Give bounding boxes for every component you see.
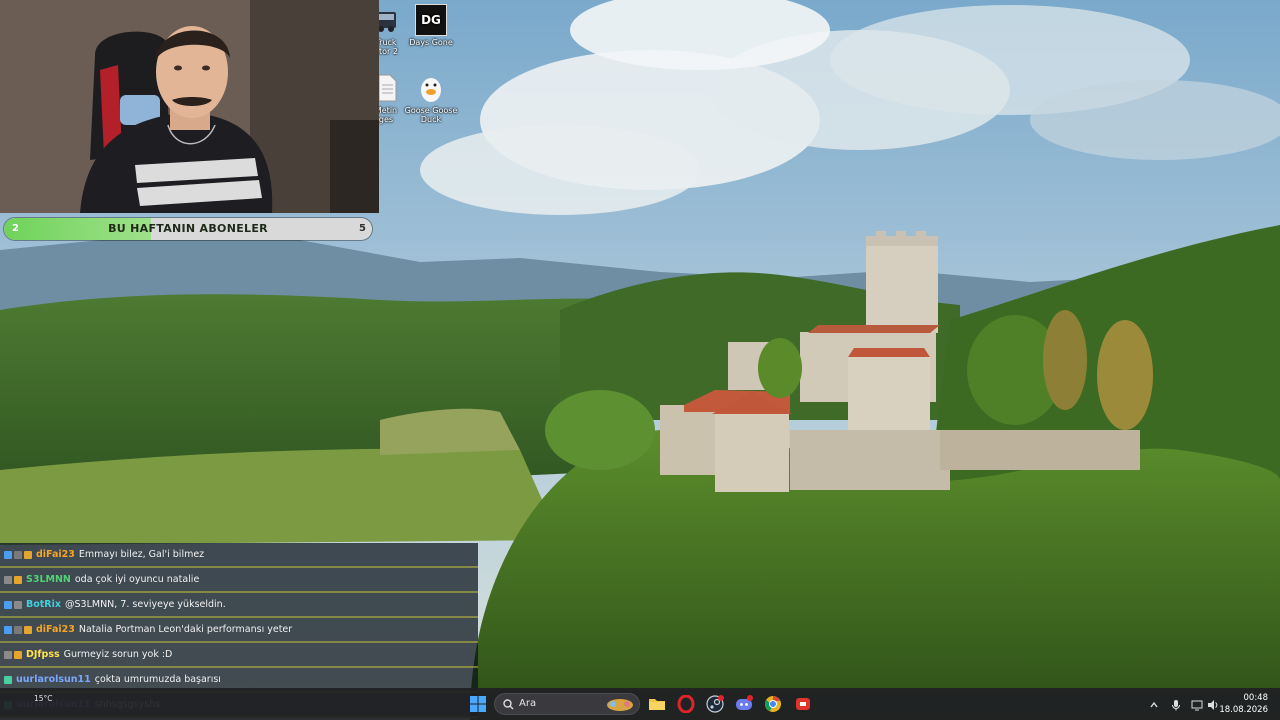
chat-message-text: çokta umrumuzda başarısı	[94, 674, 221, 685]
app-red-icon[interactable]	[794, 695, 812, 713]
chat-badge-icon	[4, 625, 12, 634]
days-gone-icon: DG	[415, 4, 447, 36]
chat-message: S3LMNN oda çok iyi oyuncu natalie	[0, 568, 478, 593]
search-highlight-icon	[607, 699, 633, 711]
microphone-icon[interactable]	[1170, 699, 1182, 711]
subscriber-goal-target: 5	[359, 223, 366, 234]
chat-message-text: @S3LMNN, 7. seviyeye yükseldin.	[65, 599, 226, 610]
weather-widget[interactable]: 15°C	[34, 694, 53, 703]
chat-username[interactable]: S3LMNN	[26, 574, 71, 585]
chat-username[interactable]: diFai23	[36, 549, 75, 560]
chat-badge-icon	[4, 675, 12, 684]
chat-username[interactable]: uurlarolsun11	[16, 674, 91, 685]
goose-goose-duck-icon	[421, 78, 441, 102]
chat-message-text: oda çok iyi oyuncu natalie	[74, 574, 200, 585]
chat-message: diFai23 Natalia Portman Leon'daki perform…	[0, 618, 478, 643]
chat-badge-icon	[4, 550, 12, 559]
chat-badge-icon	[14, 625, 22, 634]
chat-badge-icon	[14, 650, 22, 659]
webcam-overlay	[0, 0, 379, 213]
search-icon	[503, 699, 514, 710]
streamer-camera-feed	[0, 0, 379, 213]
speaker-icon[interactable]	[1207, 699, 1219, 711]
chat-badge-icon	[4, 650, 12, 659]
chat-username[interactable]: DJfpss	[26, 649, 60, 660]
chat-username[interactable]: BotRix	[26, 599, 61, 610]
icon-label: Goose Goose	[404, 106, 458, 115]
taskbar-search[interactable]: Ara	[494, 693, 640, 715]
start-icon[interactable]	[469, 695, 487, 713]
chat-badge-icon	[24, 550, 32, 559]
subscriber-goal-bar: BU HAFTANIN ABONELER 2 5	[4, 218, 372, 240]
chat-badge-icon	[14, 600, 22, 609]
subscriber-goal-title: BU HAFTANIN ABONELER	[108, 222, 268, 235]
discord-icon[interactable]	[735, 695, 753, 713]
file-explorer-icon[interactable]	[648, 695, 666, 713]
opera-icon[interactable]	[677, 695, 695, 713]
display-icon[interactable]	[1191, 699, 1203, 711]
chrome-icon[interactable]	[764, 695, 782, 713]
subscriber-goal-current: 2	[12, 223, 19, 234]
clock-date: 18.08.2026	[1219, 705, 1268, 715]
chat-badge-icon	[14, 575, 22, 584]
chat-message-text: Natalia Portman Leon'daki performansı ye…	[78, 624, 293, 635]
chat-badge-icon	[14, 550, 22, 559]
icon-label: Duck	[420, 115, 442, 124]
desktop-icon-days-gone[interactable]: DG Days Gone	[400, 4, 462, 47]
chat-badge-icon	[4, 575, 12, 584]
desktop-icon-goose-goose-duck[interactable]: Goose Goose Duck	[400, 72, 462, 124]
chevron-up-icon[interactable]	[1148, 699, 1160, 711]
chat-message-text: Gurmeyiz sorun yok :D	[63, 649, 173, 660]
chat-message: DJfpss Gurmeyiz sorun yok :D	[0, 643, 478, 668]
taskbar-clock[interactable]: 00:48 18.08.2026	[1219, 692, 1268, 716]
steam-icon[interactable]	[706, 695, 724, 713]
search-placeholder: Ara	[519, 698, 537, 709]
icon-label: Days Gone	[409, 38, 453, 47]
chat-message: BotRix @S3LMNN, 7. seviyeye yükseldin.	[0, 593, 478, 618]
clock-time: 00:48	[1243, 693, 1269, 703]
chat-badge-icon	[24, 625, 32, 634]
chat-badge-icon	[4, 600, 12, 609]
chat-message: diFai23 Emmayı bilez, Gal'i bilmez	[0, 543, 478, 568]
chat-message-text: Emmayı bilez, Gal'i bilmez	[78, 549, 205, 560]
taskbar	[0, 688, 1280, 720]
weather-temperature: 15°C	[34, 694, 53, 703]
chat-username[interactable]: diFai23	[36, 624, 75, 635]
